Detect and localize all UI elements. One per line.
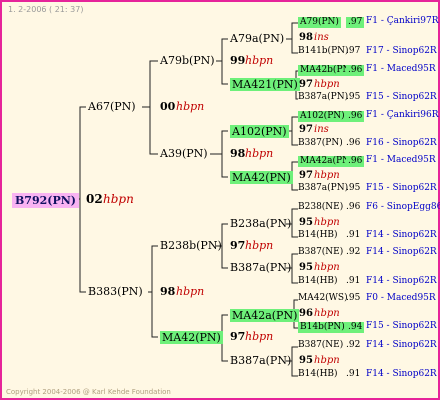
gen4-name: B387a(PN) [298, 92, 349, 102]
gen4-count: 97 [299, 170, 313, 181]
gen4-name: B14(HB) [298, 276, 338, 286]
gen4-score: .96 [346, 65, 365, 76]
gen4-location: F15 - Sinop62R [366, 321, 437, 331]
gen4-location: F16 - Sinop62R [366, 138, 437, 148]
gen4-count: 96 [299, 308, 313, 319]
gen3-a102: A102(PN) [230, 125, 289, 138]
gen4-score: .97 [346, 46, 361, 56]
gen4-name: B141b(PN) [298, 46, 349, 56]
sire-top-count: 00 [160, 100, 176, 113]
gen2-b238b: B238b(PN) [160, 239, 222, 252]
sire-top: A67(PN) [88, 100, 136, 113]
copyright: Copyright 2004-2006 @ Karl Kehde Foundat… [6, 388, 171, 396]
gen4-location: F14 - Sinop62R [366, 247, 437, 257]
gen4-name: B14b(PN) [298, 322, 347, 333]
gen4-breeder: hbpn [314, 79, 340, 90]
gen2-ma42-highlight: MA42(PN) [160, 331, 223, 344]
gen3-breeder-1: hbpn [245, 54, 274, 67]
gen4-score: .96 [346, 111, 365, 122]
gen4-score: .95 [346, 293, 361, 303]
gen4-location: F15 - Sinop62R [366, 183, 437, 193]
gen3-ma42: MA42(PN) [230, 171, 293, 184]
gen4-location: F14 - Sinop62R [366, 276, 437, 286]
gen4-location: F15 - Sinop62R [366, 92, 437, 102]
gen3-count-3: 97 [230, 239, 246, 252]
gen3-breeder-4: hbpn [245, 330, 274, 343]
gen4-breeder: ins [314, 124, 329, 135]
gen4-score: .94 [346, 322, 365, 333]
gen4-breeder: hbpn [314, 308, 340, 319]
gen4-count: 95 [299, 262, 313, 273]
gen4-name: B14(HB) [298, 369, 338, 379]
gen3-breeder-3: hbpn [245, 239, 274, 252]
gen4-location: F1 - Çankiri96R [366, 110, 439, 120]
gen4-name: A79(PN) [298, 17, 341, 28]
gen4-score: .95 [346, 183, 361, 193]
gen4-location: F6 - SinopEgg86R [366, 202, 440, 212]
gen4-breeder: hbpn [314, 170, 340, 181]
gen4-score: .91 [346, 276, 361, 286]
dam-bottom-breeder: hbpn [176, 285, 205, 298]
gen4-name: MA42(WS) [298, 293, 348, 303]
root-drone-count: 02 [86, 192, 103, 206]
gen4-score: .92 [346, 247, 361, 257]
gen4-breeder: hbpn [314, 217, 340, 228]
gen4-score: .96 [346, 156, 365, 167]
gen4-score: .95 [346, 92, 361, 102]
gen3-a79a: A79a(PN) [230, 32, 285, 45]
gen4-score: .92 [346, 340, 361, 350]
gen3-ma42a: MA42a(PN) [230, 309, 300, 322]
gen3-ma421: MA421(PN) [230, 78, 300, 91]
gen4-location: F0 - Maced95R [366, 293, 436, 303]
gen4-location: F17 - Sinop62R [366, 46, 437, 56]
sire-top-breeder: hbpn [176, 100, 205, 113]
root-bee: B792(PN) [12, 193, 79, 208]
gen3-b387a: B387a(PN) [230, 261, 292, 274]
gen4-score: .91 [346, 230, 361, 240]
gen4-breeder: ins [314, 32, 329, 43]
gen3-b387a-2: B387a(PN) [230, 354, 292, 367]
gen4-breeder: hbpn [314, 262, 340, 273]
gen4-location: F1 - Maced95R [366, 64, 436, 74]
gen4-breeder: hbpn [314, 355, 340, 366]
gen3-count-4: 97 [230, 330, 246, 343]
gen4-count: 95 [299, 355, 313, 366]
gen3-breeder-2: hbpn [245, 147, 274, 160]
gen3-b238a: B238a(PN) [230, 217, 292, 230]
gen2-a79b: A79b(PN) [160, 54, 215, 67]
gen4-location: F14 - Sinop62R [366, 230, 437, 240]
gen4-name: B387(NE) [298, 340, 344, 350]
gen2-a39: A39(PN) [160, 147, 208, 160]
gen4-count: 97 [299, 124, 313, 135]
gen4-location: F14 - Sinop62R [366, 369, 437, 379]
dam-bottom-count: 98 [160, 285, 176, 298]
gen3-count-1: 99 [230, 54, 246, 67]
gen4-count: 95 [299, 217, 313, 228]
gen4-score: .96 [346, 202, 361, 212]
gen4-score: .91 [346, 369, 361, 379]
gen3-count-2: 98 [230, 147, 246, 160]
gen4-name: B387(PN) [298, 138, 343, 148]
gen4-name: A102(PN) [298, 111, 347, 122]
gen4-score: .97 [346, 17, 365, 28]
gen4-name: B14(HB) [298, 230, 338, 240]
root-breeder-code: hbpn [103, 192, 134, 206]
gen4-name: B387(NE) [298, 247, 344, 257]
gen4-location: F14 - Sinop62R [366, 340, 437, 350]
gen4-location: F1 - Maced95R [366, 155, 436, 165]
gen4-location: F1 - Çankiri97R [366, 16, 439, 26]
dam-bottom: B383(PN) [88, 285, 143, 298]
gen4-score: .96 [346, 138, 361, 148]
gen4-count: 98 [299, 32, 313, 43]
gen4-count: 97 [299, 79, 313, 90]
gen4-name: B387a(PN) [298, 183, 349, 193]
gen4-name: B238(NE) [298, 202, 344, 212]
